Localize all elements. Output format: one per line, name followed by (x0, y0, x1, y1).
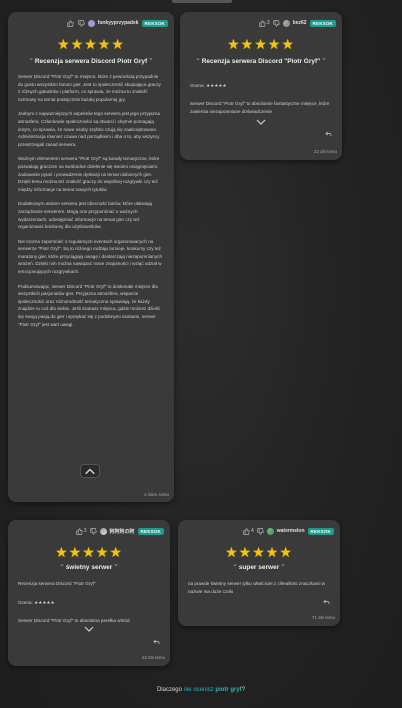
thumb-up-icon (76, 527, 83, 535)
open-quote-icon: “ (196, 58, 200, 65)
collapse-button[interactable] (80, 464, 100, 478)
review-excerpt: Serwer Discord "Piotr Gryf" to absolutni… (190, 101, 330, 114)
review-meta: 3 bez62 REKSOK (259, 17, 336, 29)
open-quote-icon: “ (233, 564, 237, 571)
chevron-down-icon[interactable] (84, 626, 94, 632)
upvote-button[interactable]: 3 (76, 527, 87, 535)
review-line: Recenzja serwera Discord "Piotr Gryf" (18, 581, 96, 586)
review-title-text: Recenzja serwera Discord "Piotr Gryf" (201, 58, 321, 65)
upvote-count: 3 (266, 20, 270, 26)
upvote-count: 3 (83, 528, 87, 534)
open-quote-icon: “ (29, 58, 33, 65)
avatar[interactable] (266, 527, 274, 535)
rating-line: Ocena: ★★★★★ (190, 83, 227, 88)
review-title: “Recenzja serwera Discord "Piotr Gryf"” (180, 58, 342, 65)
avatar[interactable] (99, 527, 107, 535)
review-title-text: super serwer (238, 564, 280, 571)
upvote-button[interactable]: 3 (259, 19, 270, 27)
review-excerpt: Serwer Discord "Piotr Gryf" to absolutna… (18, 618, 130, 623)
user-badge: REKSOK (307, 527, 334, 535)
review-card-3: 3 阿阿阿の阿 REKSOK ★★★★★ “świetny serwer” Re… (8, 520, 170, 666)
review-title: “super serwer” (178, 564, 340, 571)
paragraph: Nie można zapomnieć o regularnych eventa… (18, 238, 163, 275)
close-quote-icon: ” (322, 58, 326, 65)
upvote-count: 4 (250, 528, 254, 534)
close-quote-icon: ” (114, 564, 118, 571)
thumb-up-icon (243, 527, 250, 535)
review-card-1: funkyyprzypadek REKSOK ★★★★★ “Recenzja s… (8, 12, 174, 502)
review-title: “świetny serwer” (8, 564, 170, 571)
chevron-up-icon (85, 468, 95, 475)
close-quote-icon: ” (149, 58, 153, 65)
timestamp: 22 dni temu (314, 149, 337, 154)
star-rating: ★★★★★ (57, 36, 125, 52)
paragraph: Podsumowując, serwer Discord "Piotr Gryf… (18, 283, 161, 327)
paragraph: Jednym z najważniejszych aspektów tego s… (18, 111, 160, 147)
star-rating: ★★★★★ (225, 544, 293, 560)
top-handle (172, 0, 232, 3)
username[interactable]: bez62 (293, 20, 307, 26)
avatar[interactable] (87, 19, 95, 27)
timestamp: 22 dni temu (142, 655, 165, 660)
rating-line: Ocena: ★★★★★ (18, 600, 55, 605)
server-link[interactable]: piotr gryf (215, 687, 241, 693)
review-card-4: 4 watermelon REKSOK ★★★★★ “super serwer”… (178, 520, 340, 626)
open-quote-icon: “ (60, 564, 64, 571)
review-title-text: Recenzja serwera Discord Piotr Gryf (34, 58, 148, 65)
downvote-button[interactable] (257, 527, 264, 535)
star-rating: ★★★★★ (227, 36, 295, 52)
review-body: na prawde świetny serwer tylko właścicie… (188, 581, 326, 594)
thumb-down-icon (78, 19, 85, 27)
review-body: Serwer Discord "Piotr Gryf" to miejsce, … (18, 73, 164, 335)
review-prompt: Dlaczego nie ocenisz piotr gryf? (0, 687, 402, 693)
downvote-button[interactable] (273, 19, 280, 27)
review-title-text: świetny serwer (65, 564, 113, 571)
reply-icon[interactable] (323, 599, 330, 605)
thumb-up-icon (259, 19, 266, 27)
review-title: “Recenzja serwera Discord Piotr Gryf” (8, 58, 174, 65)
thumb-down-icon (89, 527, 97, 535)
user-badge: REKSOK (309, 19, 336, 27)
review-meta: funkyyprzypadek REKSOK (67, 17, 168, 29)
timestamp: 1 mies. temu (143, 492, 169, 497)
downvote-button[interactable] (89, 527, 97, 535)
review-prompt-suffix: ? (241, 687, 246, 693)
reply-icon[interactable] (325, 131, 332, 137)
reply-icon[interactable] (153, 639, 160, 645)
paragraph: Ważnym elementem serwera "Piotr Gryf" są… (18, 156, 160, 192)
rate-link[interactable]: nie ocenisz (184, 687, 214, 693)
paragraph: Serwer Discord "Piotr Gryf" to miejsce, … (18, 74, 161, 102)
downvote-button[interactable] (78, 19, 85, 27)
close-quote-icon: ” (281, 564, 285, 571)
thumb-down-icon (257, 527, 264, 535)
star-rating: ★★★★★ (55, 544, 123, 560)
thumb-up-icon (67, 19, 74, 27)
upvote-button[interactable] (67, 19, 75, 27)
username[interactable]: watermelon (277, 528, 305, 534)
review-meta: 3 阿阿阿の阿 REKSOK (76, 525, 164, 537)
thumb-down-icon (273, 19, 280, 27)
username[interactable]: funkyyprzypadek (98, 20, 139, 26)
chevron-down-icon[interactable] (256, 119, 266, 125)
user-badge: REKSOK (137, 527, 164, 535)
review-card-2: 3 bez62 REKSOK ★★★★★ “Recenzja serwera D… (180, 12, 342, 160)
timestamp: 71 dni temu (312, 615, 335, 620)
paragraph: Dodatkowym atutem serwera jest obecność … (18, 201, 153, 230)
user-badge: REKSOK (141, 19, 168, 27)
avatar[interactable] (282, 19, 290, 27)
upvote-button[interactable]: 4 (243, 527, 254, 535)
review-prompt-prefix: Dlaczego (156, 687, 182, 693)
review-meta: 4 watermelon REKSOK (243, 525, 334, 537)
username[interactable]: 阿阿阿の阿 (110, 528, 135, 535)
